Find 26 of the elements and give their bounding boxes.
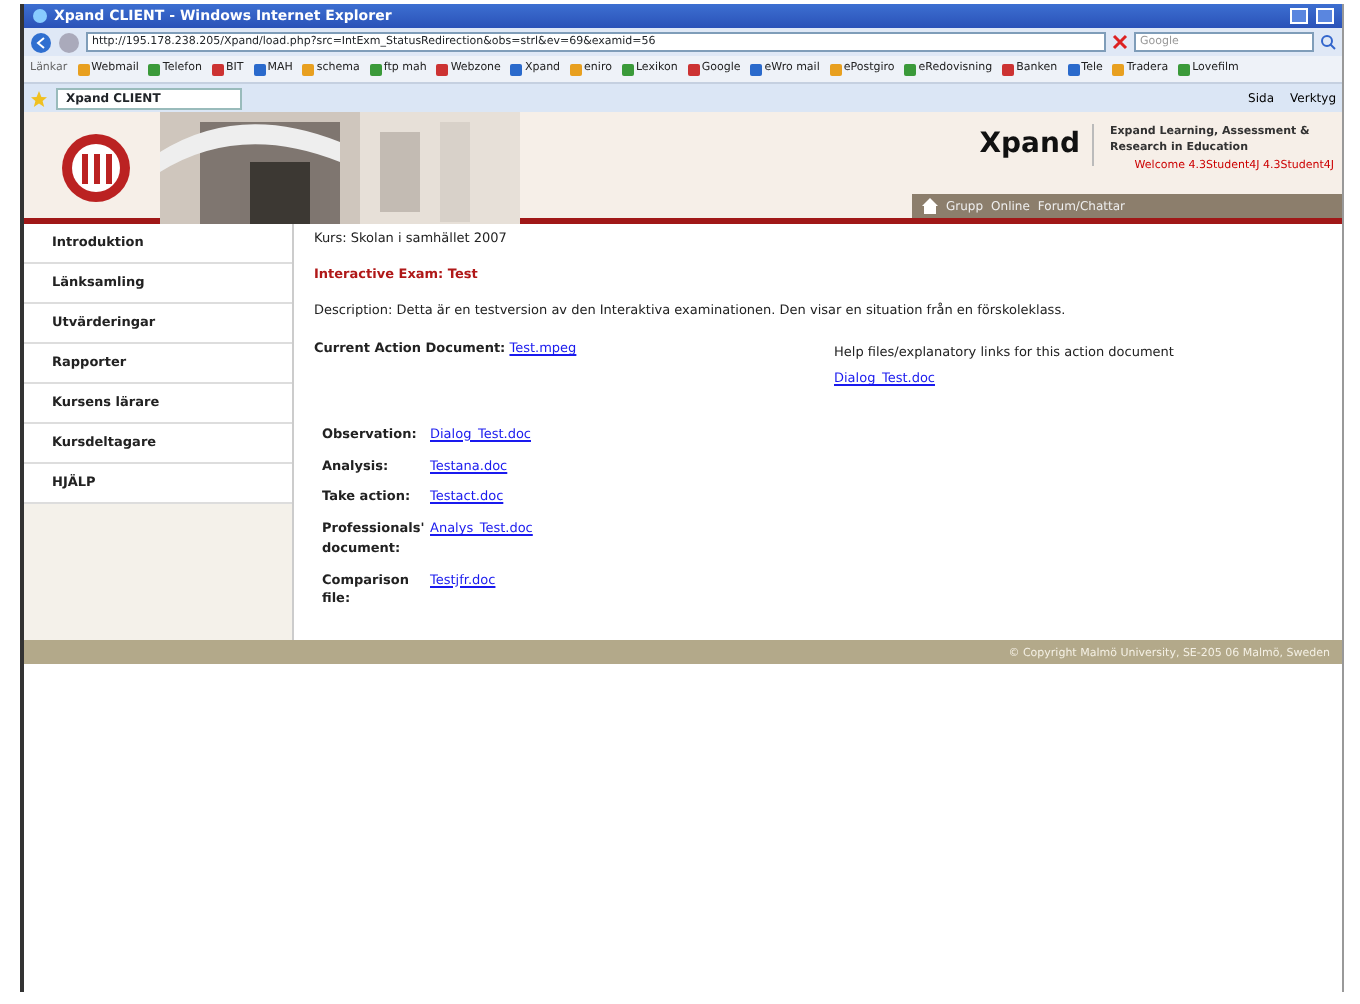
home-icon[interactable]: [922, 198, 938, 214]
bookmark-icon: [1112, 63, 1125, 75]
bookmark-icon: [148, 63, 161, 75]
back-icon[interactable]: [30, 31, 52, 53]
maximize-button[interactable]: [1316, 8, 1334, 24]
bookmark-icon: [570, 63, 583, 75]
minimize-button[interactable]: [1290, 8, 1308, 24]
bookmark-icon: [510, 63, 523, 75]
bookmark-icon: [904, 63, 917, 75]
bookmark-icon: [436, 63, 449, 75]
bookmark-icon: [829, 63, 842, 75]
bookmark-icon: [1002, 63, 1015, 75]
search-icon[interactable]: [1320, 34, 1336, 50]
bookmark-icon: [621, 63, 634, 75]
bookmark-icon: [77, 63, 90, 75]
stop-icon[interactable]: [1112, 34, 1128, 50]
bookmark-icon: [253, 63, 266, 75]
bookmark-icon: [750, 63, 763, 75]
xpand-logo: Xpand: [979, 124, 1094, 166]
bookmark-icon: [369, 63, 382, 75]
bookmark-icon: [1067, 63, 1080, 75]
bookmark-icon: [211, 63, 224, 75]
bookmark-icon: [1178, 63, 1191, 75]
bookmark-icon: [687, 63, 700, 75]
bookmark-icon: [302, 63, 315, 75]
star-icon[interactable]: [30, 89, 48, 107]
